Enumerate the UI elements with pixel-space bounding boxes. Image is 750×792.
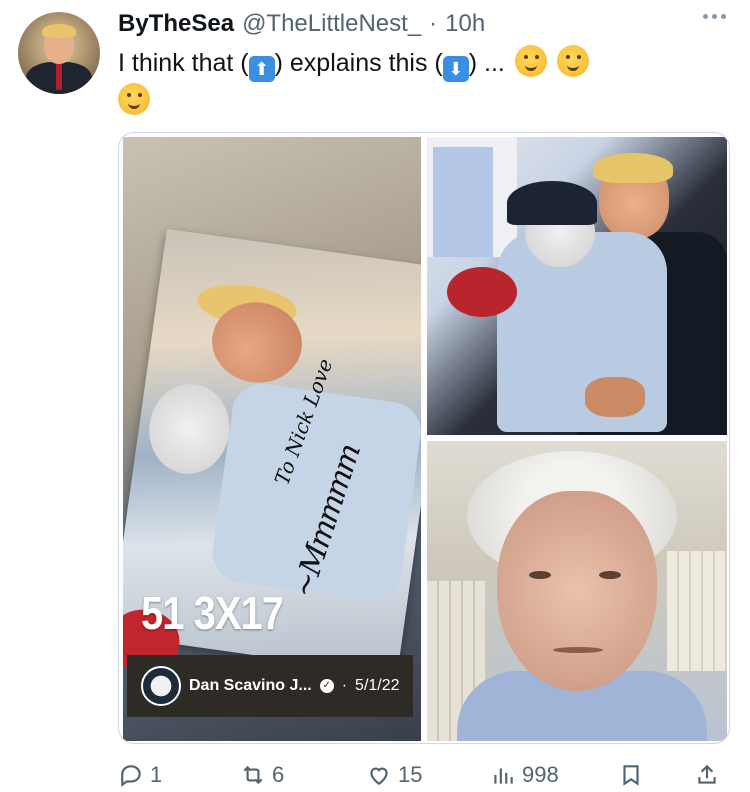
bookmark-button[interactable] <box>618 762 644 788</box>
views-icon <box>494 768 513 784</box>
tweet-text-part3: ) ... <box>468 49 505 77</box>
reply-count: 1 <box>150 762 163 787</box>
hugging-face-emoji <box>556 45 589 77</box>
photo-signed-print[interactable]: To Nick Love ~Mmmmm 51 3X17 Dan Scavino … <box>123 137 421 741</box>
embedded-post-name: Dan Scavino J... <box>189 677 312 694</box>
photo-old-man-portrait[interactable] <box>427 441 727 741</box>
action-bar: 1 6 15 998 <box>118 762 720 792</box>
more-dot <box>721 14 726 19</box>
photo-embrace[interactable] <box>427 137 727 435</box>
views-count: 998 <box>522 762 559 787</box>
share-icon <box>698 764 716 784</box>
separator-dot: · <box>429 10 438 37</box>
hugging-face-emoji <box>514 45 547 77</box>
avatar-tie <box>56 64 62 90</box>
more-options-icon[interactable] <box>703 14 726 19</box>
embedded-post-separator: · <box>341 677 348 694</box>
overlay-text: 51 3X17 <box>141 588 284 640</box>
photo-cap <box>507 181 597 225</box>
bookmark-icon <box>623 765 639 786</box>
retweet-count: 6 <box>272 762 285 787</box>
photo-window-blinds <box>667 551 727 671</box>
verified-badge-icon: ✓ <box>319 679 334 693</box>
hugging-face-emoji <box>118 83 150 115</box>
avatar[interactable] <box>18 12 100 94</box>
like-count: 15 <box>398 762 423 787</box>
embedded-post-date: 5/1/22 <box>355 677 400 694</box>
up-arrow-emoji: ⬆ <box>248 56 275 82</box>
embedded-avatar <box>141 666 181 706</box>
share-button[interactable] <box>694 762 720 788</box>
down-arrow-emoji: ⬇ <box>442 56 469 82</box>
photo-face-front <box>497 491 657 691</box>
views-button[interactable]: 998 <box>490 762 559 788</box>
tweet-header: ByTheSea @TheLittleNest_ · 10h <box>118 10 485 38</box>
photo-old-man-head <box>143 378 236 480</box>
more-dot <box>703 14 708 19</box>
photo-red-hat <box>447 267 517 317</box>
tweet-text: I think that (⬆) explains this (⬇) ... <box>118 44 718 120</box>
reply-button[interactable]: 1 <box>118 762 162 788</box>
timestamp[interactable]: 10h <box>445 10 485 38</box>
media-grid: To Nick Love ~Mmmmm 51 3X17 Dan Scavino … <box>118 132 730 744</box>
photo-screen <box>433 147 493 257</box>
photo-eye <box>599 571 621 579</box>
photo-hand <box>585 377 645 417</box>
tweet-text-part1: I think that ( <box>118 49 249 77</box>
more-dot <box>712 14 717 19</box>
reply-icon <box>120 765 141 787</box>
retweet-button[interactable]: 6 <box>240 762 284 788</box>
display-name[interactable]: ByTheSea <box>118 10 234 38</box>
avatar-hair <box>42 24 76 38</box>
photo-mouth <box>553 647 603 653</box>
embedded-post-tag: Dan Scavino J... ✓ · 5/1/22 <box>127 655 413 717</box>
user-handle[interactable]: @TheLittleNest_ <box>242 10 421 38</box>
tweet-text-part2: ) explains this ( <box>274 49 443 77</box>
like-icon <box>370 767 388 785</box>
like-button[interactable]: 15 <box>366 762 422 788</box>
photo-eye <box>529 571 551 579</box>
retweet-icon <box>243 765 263 785</box>
photo-hair <box>593 153 673 183</box>
